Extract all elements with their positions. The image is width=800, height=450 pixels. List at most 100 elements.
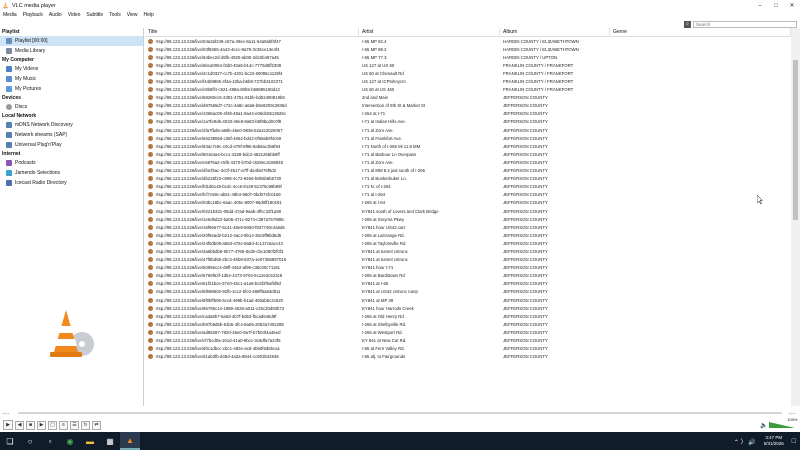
playlist-toggle-button[interactable]: ☰ [70, 420, 79, 430]
table-row[interactable]: rtsp://98.123.13.226/live/03bc18bc-6aac-… [145, 199, 791, 207]
next-button[interactable]: ▶ [37, 420, 46, 430]
seek-slider[interactable] [18, 412, 782, 414]
cell-artist: I-265 at Taylorsville Rd [362, 240, 406, 246]
menu-video[interactable]: Video [68, 12, 81, 18]
sidebar-item-my-videos[interactable]: My Videos [0, 64, 143, 74]
sidebar-item-discs[interactable]: Discs [0, 102, 143, 112]
table-row[interactable]: rtsp://98.123.13.226/live/2c1d0327-cc7b-… [145, 69, 791, 77]
volume-slider[interactable]: 100% [769, 417, 797, 428]
search-icon[interactable]: ⌕ [684, 20, 691, 28]
column-album[interactable]: Album [500, 28, 610, 37]
shuffle-button[interactable]: ⇄ [92, 420, 101, 430]
table-row[interactable]: rtsp://98.123.13.226/live/c8b6ff4-c521-4… [145, 86, 791, 94]
table-row[interactable]: rtsp://98.123.13.226/live/d1ab3fb-d48d-4… [145, 353, 791, 361]
extended-settings-button[interactable]: ≡ [59, 420, 68, 430]
table-row[interactable]: rtsp://98.123.13.226/live/2fa7fbd6-a69b-… [145, 126, 791, 134]
table-row[interactable]: rtsp://98.123.13.226/live/03f8365-4a43-4… [145, 45, 791, 53]
notification-icon[interactable]: □ [792, 438, 796, 445]
cell-artist: I-71 at I-264 [362, 192, 386, 198]
loop-button[interactable]: ↻ [81, 420, 90, 430]
table-row[interactable]: rtsp://98.123.13.226/live/6623806d-c36f-… [145, 134, 791, 142]
cell-artist: I-265 at Shelbyville Rd. [362, 321, 407, 327]
fullscreen-button[interactable]: ▢ [48, 420, 57, 430]
menu-audio[interactable]: Audio [49, 12, 62, 18]
table-row[interactable]: rtsp://98.123.13.226/live/47f8bd55-2bc3-… [145, 256, 791, 264]
vlc-taskbar-icon[interactable]: ▲ [120, 432, 140, 450]
table-row[interactable]: rtsp://98.123.13.226/live/83ac7c9c-c0cd-… [145, 142, 791, 150]
sidebar-item-podcasts[interactable]: Podcasts [0, 158, 143, 168]
table-row[interactable]: rtsp://98.123.13.226/live/ad95287-7820-4… [145, 328, 791, 336]
search-icon[interactable]: ○ [20, 432, 40, 450]
menu-subtitle[interactable]: Subtitle [86, 12, 103, 18]
table-row[interactable]: rtsp://98.123.13.226/live/04a3af249-c57a… [145, 37, 791, 45]
play-button[interactable]: ▶ [3, 420, 13, 430]
table-row[interactable]: rtsp://98.123.13.226/live/1a7fe9d6-4033-… [145, 118, 791, 126]
sidebar-item-icecast[interactable]: Icecast Radio Directory [0, 178, 143, 188]
table-row[interactable]: rtsp://98.123.13.226/live/94bec2d-d5fb-4… [145, 53, 791, 61]
table-row[interactable]: rtsp://98.123.13.226/live/cada8b7-6a0d-4… [145, 312, 791, 320]
sidebar-item-my-music[interactable]: My Music [0, 74, 143, 84]
close-icon[interactable]: ✕ [784, 0, 800, 11]
sidebar-item-media-library[interactable]: Media Library [0, 46, 143, 56]
file-explorer-icon[interactable]: ▬ [80, 432, 100, 450]
search-input[interactable] [693, 20, 797, 28]
table-row[interactable]: rtsp://98.123.13.226/live/c6876a2-c5fb-4… [145, 158, 791, 166]
sidebar-item-sap[interactable]: Network streams (SAP) [0, 130, 143, 140]
cell-title-text: rtsp://98.123.13.226/live/6f698602-92fb-… [156, 289, 281, 295]
menu-playback[interactable]: Playback [23, 12, 43, 18]
table-row[interactable]: rtsp://98.123.13.226/live/16f96677-6c41-… [145, 223, 791, 231]
browser-icon[interactable]: ◉ [60, 432, 80, 450]
playlist-scrollbar[interactable] [791, 28, 800, 406]
sidebar-item-jamendo[interactable]: Jamendo Selections [0, 168, 143, 178]
table-row[interactable]: rtsp://98.123.13.226/live/fd1d6145-bcdc-… [145, 183, 791, 191]
table-row[interactable]: rtsp://98.123.13.226/live/fcf7c69c-ab51-… [145, 191, 791, 199]
table-row[interactable]: rtsp://98.123.13.226/live/db225f23-c996-… [145, 175, 791, 183]
table-row[interactable]: rtsp://98.123.13.226/live/8f0bff606-6ccd… [145, 296, 791, 304]
table-row[interactable]: rtsp://98.123.13.226/live/24f0db09-a563-… [145, 239, 791, 247]
column-genre[interactable]: Genre [610, 28, 791, 37]
table-row[interactable]: rtsp://98.123.13.226/live/02215331-05dd-… [145, 207, 791, 215]
table-row[interactable]: rtsp://98.123.13.226/live/90164a4-bcc1-4… [145, 150, 791, 158]
minimize-icon[interactable]: – [752, 0, 768, 11]
task-view-icon[interactable]: ▫ [40, 432, 60, 450]
table-row[interactable]: rtsp://98.123.13.226/live/d0c1dbcc-cbc1-… [145, 345, 791, 353]
table-row[interactable]: rtsp://98.123.13.226/live/6f698602-92fb-… [145, 288, 791, 296]
table-row[interactable]: rtsp://98.123.13.226/live/6bca0064-f2d0-… [145, 61, 791, 69]
sidebar-item-upnp[interactable]: Universal Plug'n'Play [0, 140, 143, 150]
table-row[interactable]: rtsp://98.123.13.226/live/20f94ad2-b212-… [145, 231, 791, 239]
cell-title-text: rtsp://98.123.13.226/live/d0c1dbcc-cbc1-… [156, 346, 280, 352]
table-row[interactable]: rtsp://98.123.13.226/live/96795c14-1988-… [145, 304, 791, 312]
column-artist[interactable]: Artist [359, 28, 500, 37]
table-row[interactable]: rtsp://98.123.13.226/live/cf7bcd0a-161d-… [145, 336, 791, 344]
table-row[interactable]: rtsp://98.123.13.226/live/3a6bbdb8-5b77-… [145, 247, 791, 255]
stop-button[interactable]: ■ [26, 420, 35, 430]
table-row[interactable]: rtsp://98.123.13.226/live/df4cf5ac-3c0f-… [145, 167, 791, 175]
cell-title-text: rtsp://98.123.13.226/live/2c1d0327-cc7b-… [156, 70, 283, 76]
table-row[interactable]: rtsp://98.123.13.226/live/5766f63f-1d54-… [145, 272, 791, 280]
sidebar-item-playlist[interactable]: Playlist [00:00] [0, 36, 143, 46]
table-row[interactable]: rtsp://98.123.13.226/live/1066ac08-4f48-… [145, 110, 791, 118]
table-row[interactable]: rtsp://98.123.13.226/live/50955cc4-d9ff-… [145, 264, 791, 272]
previous-button[interactable]: ◀ [15, 420, 24, 430]
menu-tools[interactable]: Tools [109, 12, 121, 18]
table-row[interactable]: rtsp://98.123.13.226/live/58280cc6-2381-… [145, 94, 791, 102]
table-row[interactable]: rtsp://98.123.13.226/live/b97b9d5b-91b6-… [145, 320, 791, 328]
maximize-icon[interactable]: □ [768, 0, 784, 11]
menu-media[interactable]: Media [3, 12, 17, 18]
tray-icons[interactable]: ⌃ 〉 🔊 [734, 437, 756, 446]
table-row[interactable]: rtsp://98.123.13.226/live/d97565d7-c72c-… [145, 102, 791, 110]
volume-control[interactable]: 🔈 100% [760, 417, 797, 429]
sidebar-item-my-pictures[interactable]: My Pictures [0, 84, 143, 94]
column-title[interactable]: Title [145, 28, 359, 37]
table-row[interactable]: rtsp://98.123.13.226/live/f44b9865-4f4a-… [145, 77, 791, 85]
windows-start-icon[interactable]: ❏ [0, 432, 20, 450]
scrollbar-thumb[interactable] [793, 60, 798, 220]
menu-help[interactable]: Help [144, 12, 154, 18]
table-row[interactable]: rtsp://98.123.13.226/live/1e6d6d22-ba06-… [145, 215, 791, 223]
menu-view[interactable]: View [127, 12, 138, 18]
terminal-icon[interactable]: ▦ [100, 432, 120, 450]
speaker-icon[interactable]: 🔈 [760, 422, 767, 429]
clock[interactable]: 3:47 PM 5/31/2026 [764, 435, 784, 447]
sidebar-item-mdns[interactable]: mDNS Network Discovery [0, 120, 143, 130]
table-row[interactable]: rtsp://98.123.13.226/live/61f21bce-37e0-… [145, 280, 791, 288]
